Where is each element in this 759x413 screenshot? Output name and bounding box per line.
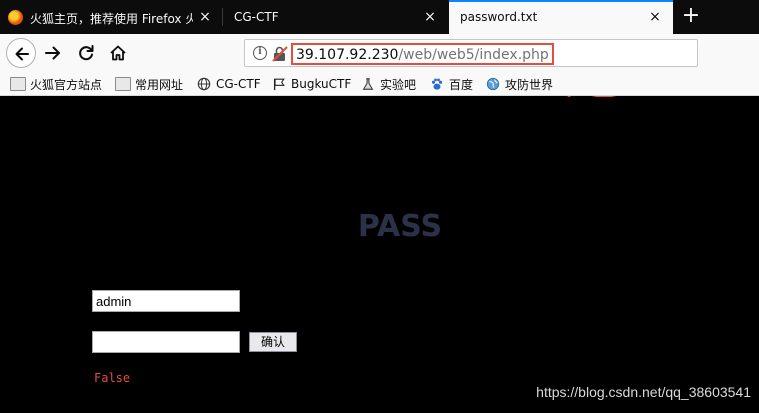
new-tab-button[interactable]: +: [678, 4, 704, 30]
reload-icon: [79, 45, 94, 61]
bookmark-label: 实验吧: [380, 77, 417, 92]
confirm-button[interactable]: 确认: [249, 332, 297, 352]
info-icon[interactable]: i: [253, 46, 267, 60]
close-icon[interactable]: ×: [422, 9, 438, 25]
active-tab-indicator: [449, 0, 673, 2]
bookmark-shiyanba[interactable]: 实验吧: [360, 75, 416, 93]
bookmark-gongfang-shijie[interactable]: 攻防世界: [485, 75, 553, 93]
tab-title: password.txt: [460, 10, 538, 24]
firefox-icon: [8, 10, 23, 25]
tab-firefox-home[interactable]: 火狐主页，推荐使用 Firefox 火 ×: [0, 0, 223, 34]
tab-password-txt[interactable]: password.txt ×: [449, 0, 673, 34]
page-content: PASS 确认 False https://blog.csdn.net/qq_3…: [0, 97, 759, 413]
flag-icon: [273, 78, 285, 91]
home-button[interactable]: [107, 42, 129, 64]
bookmark-bugkuctf[interactable]: BugkuCTF: [271, 75, 351, 93]
password-input[interactable]: [92, 331, 240, 353]
url-highlight[interactable]: 39.107.92.230/web/web5/index.php: [291, 43, 554, 65]
folder-icon: [10, 77, 26, 91]
watermark: https://blog.csdn.net/qq_38603541: [536, 384, 751, 400]
close-icon[interactable]: ×: [647, 9, 663, 25]
folder-icon: [115, 77, 131, 91]
tab-bar: 火狐主页，推荐使用 Firefox 火 × CG-CTF × password.…: [0, 0, 759, 34]
baidu-paw-icon: [431, 78, 443, 90]
url-path: /web/web5/index.php: [398, 47, 549, 63]
close-icon[interactable]: ×: [197, 9, 213, 25]
page-title: PASS: [357, 209, 443, 244]
lab-icon: [362, 78, 374, 90]
globe-icon: [197, 77, 211, 91]
bookmark-firefox-official[interactable]: 火狐官方站点: [10, 75, 102, 93]
bookmark-common-sites[interactable]: 常用网址: [115, 75, 183, 93]
bookmark-label: CG-CTF: [216, 77, 261, 91]
username-input[interactable]: [92, 290, 240, 312]
world-icon: [486, 77, 500, 91]
bookmark-baidu[interactable]: 百度: [429, 75, 473, 93]
navigation-bar: i 39.107.92.230/web/web5/index.php: [0, 34, 759, 116]
bookmarks-bar: 火狐官方站点 常用网址 CG-CTF BugkuCTF 实验吧 百度 攻防世界: [0, 71, 759, 96]
bookmark-cg-ctf[interactable]: CG-CTF: [196, 75, 261, 93]
home-icon: [110, 45, 126, 61]
bookmark-label: BugkuCTF: [291, 77, 352, 91]
reload-button[interactable]: [75, 42, 97, 64]
forward-button[interactable]: [42, 42, 64, 64]
bookmark-label: 火狐官方站点: [30, 77, 103, 92]
bookmark-label: 常用网址: [135, 77, 184, 92]
address-bar[interactable]: i 39.107.92.230/web/web5/index.php: [244, 39, 698, 67]
back-arrow-icon: [15, 47, 29, 61]
tab-cg-ctf[interactable]: CG-CTF ×: [223, 0, 448, 34]
insecure-lock-icon[interactable]: [272, 45, 288, 63]
bookmark-label: 百度: [449, 77, 474, 92]
bookmark-label: 攻防世界: [505, 77, 554, 92]
url-host: 39.107.92.230: [296, 47, 399, 63]
forward-arrow-icon: [45, 46, 60, 60]
tab-title: 火狐主页，推荐使用 Firefox 火: [30, 12, 193, 26]
back-button[interactable]: [6, 38, 36, 68]
tab-title: CG-CTF: [234, 10, 279, 24]
result-text: False: [94, 371, 131, 385]
